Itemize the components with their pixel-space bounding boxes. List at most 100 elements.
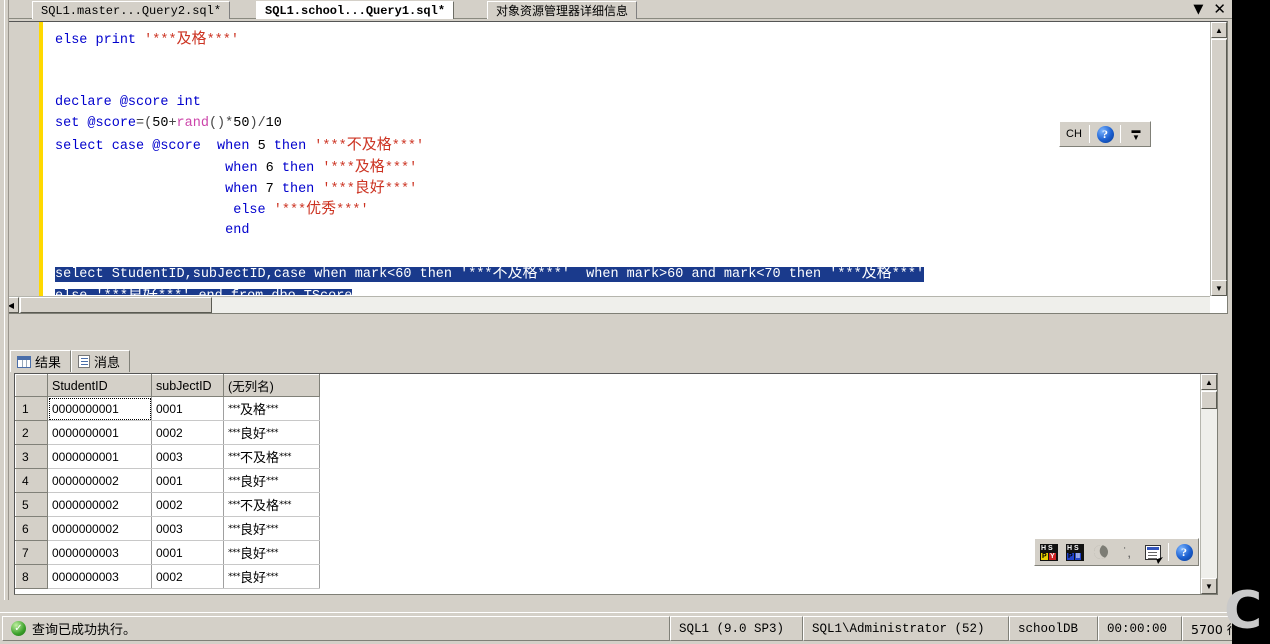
cell-grade[interactable]: ***良好***	[223, 564, 320, 589]
scroll-down-icon[interactable]: ▼	[1211, 280, 1227, 296]
ime-punctuation-button[interactable]: ˙,	[1115, 541, 1139, 563]
ime-help-button[interactable]: ?	[1172, 541, 1196, 563]
table-row[interactable]: 2 0000000001 0002 ***良好***	[15, 420, 320, 445]
table-row[interactable]: 4 0000000002 0001 ***良好***	[15, 468, 320, 493]
code-line: select case @score when 5 then '***不及格**…	[55, 135, 425, 155]
ime-pinyin-mode-button[interactable]: H S P II	[1063, 541, 1087, 563]
punctuation-icon: ˙,	[1123, 544, 1131, 560]
cell-subject-id[interactable]: 0002	[151, 420, 224, 445]
row-number-cell[interactable]: 8	[15, 564, 48, 589]
column-header-2[interactable]: subJectID	[151, 374, 224, 397]
row-number-cell[interactable]: 1	[15, 396, 48, 421]
success-check-icon: ✓	[11, 621, 26, 636]
editor-vscroll-thumb[interactable]	[1211, 39, 1227, 294]
query-editor[interactable]: else print '***及格***' declare @score int…	[2, 21, 1228, 314]
row-number-cell[interactable]: 6	[15, 516, 48, 541]
softkeyboard-icon	[1145, 544, 1165, 564]
results-pane: 结果 消息 StudentID subJectID (无列名) 1 0000000001…	[0, 345, 1232, 600]
results-vertical-scrollbar[interactable]: ▲ ▼	[1200, 374, 1217, 594]
row-header-corner[interactable]	[15, 374, 48, 397]
ime-toolbar[interactable]: HSPY H S P II ˙, ?	[1034, 538, 1199, 566]
cell-grade[interactable]: ***不及格***	[223, 492, 320, 517]
language-mode-button[interactable]: CH	[1062, 123, 1086, 145]
row-number-cell[interactable]: 2	[15, 420, 48, 445]
cell-student-id[interactable]: 0000000001	[47, 420, 152, 445]
ssms-window: SQL1.master...Query2.sql* SQL1.school...…	[0, 0, 1249, 644]
results-grid[interactable]: StudentID subJectID (无列名) 1 0000000001 0001 **…	[15, 374, 320, 589]
tab-strip-buttons: ▼ ✕	[1193, 0, 1230, 19]
tab-list-dropdown-icon[interactable]: ▼	[1193, 3, 1203, 16]
cell-student-id[interactable]: 0000000003	[47, 540, 152, 565]
cell-subject-id[interactable]: 0002	[151, 564, 224, 589]
cell-subject-id[interactable]: 0001	[151, 540, 224, 565]
cell-student-id[interactable]: 0000000002	[47, 468, 152, 493]
cell-subject-id[interactable]: 0001	[151, 396, 224, 421]
cell-grade[interactable]: ***良好***	[223, 420, 320, 445]
cell-grade[interactable]: ***及格***	[223, 396, 320, 421]
table-row[interactable]: 6 0000000002 0003 ***良好***	[15, 516, 320, 541]
tab-messages[interactable]: 消息	[71, 350, 131, 372]
column-header-3[interactable]: (无列名)	[223, 374, 320, 397]
status-login-cell: SQL1\Administrator (52)	[803, 616, 1009, 641]
cell-student-id[interactable]: 0000000002	[47, 516, 152, 541]
ime-soft-keyboard-button[interactable]	[1141, 541, 1165, 564]
table-row[interactable]: 8 0000000003 0002 ***良好***	[15, 564, 320, 589]
ime-chinese-mode-button[interactable]: HSPY	[1037, 541, 1061, 563]
cell-grade[interactable]: ***不及格***	[223, 444, 320, 469]
document-tab-strip: SQL1.master...Query2.sql* SQL1.school...…	[0, 0, 1232, 19]
close-icon[interactable]: ✕	[1213, 2, 1226, 17]
cell-student-id[interactable]: 0000000002	[47, 492, 152, 517]
sql-code-text[interactable]: else print '***及格***' declare @score int…	[43, 22, 1209, 295]
table-row[interactable]: 1 0000000001 0001 ***及格***	[15, 396, 320, 421]
table-row[interactable]: 3 0000000001 0003 ***不及格***	[15, 444, 320, 469]
ime-fullwidth-button[interactable]	[1089, 541, 1113, 563]
cell-subject-id[interactable]: 0002	[151, 492, 224, 517]
table-row[interactable]: 7 0000000003 0001 ***良好***	[15, 540, 320, 565]
moon-icon	[1092, 543, 1110, 561]
grid-icon	[17, 355, 31, 368]
window-left-edge	[0, 0, 9, 600]
cell-student-id[interactable]: 0000000001	[47, 444, 152, 469]
results-scroll-down-icon[interactable]: ▼	[1201, 578, 1217, 594]
cell-subject-id[interactable]: 0003	[151, 444, 224, 469]
row-number-cell[interactable]: 3	[15, 444, 48, 469]
cell-grade[interactable]: ***良好***	[223, 540, 320, 565]
table-header-row: StudentID subJectID (无列名)	[15, 374, 320, 397]
row-number-cell[interactable]: 7	[15, 540, 48, 565]
cell-student-id[interactable]: 0000000003	[47, 564, 152, 589]
column-header-1[interactable]: StudentID	[47, 374, 152, 397]
tab-object-explorer-details[interactable]: 对象资源管理器详细信息	[487, 1, 638, 19]
results-vscroll-thumb[interactable]	[1201, 391, 1217, 409]
editor-hscroll-thumb[interactable]	[20, 297, 212, 313]
status-message-text: 查询已成功执行。	[32, 623, 137, 638]
editor-vertical-scrollbar[interactable]: ▲ ▼	[1210, 22, 1227, 296]
langbar-options-button[interactable]: ▬ ▼	[1124, 123, 1148, 145]
cell-subject-id[interactable]: 0003	[151, 516, 224, 541]
code-line: else '***良好***' end from dbo.TScore	[55, 284, 353, 295]
question-mark-icon: ?	[1096, 125, 1114, 143]
cell-subject-id[interactable]: 0001	[151, 468, 224, 493]
results-scroll-up-icon[interactable]: ▲	[1201, 374, 1217, 390]
help-button[interactable]: ?	[1093, 123, 1117, 145]
row-number-cell[interactable]: 5	[15, 492, 48, 517]
application-window: SQL1.master...Query2.sql* SQL1.school...…	[0, 0, 1270, 644]
message-icon	[78, 355, 91, 368]
tab-sql1-master-query2[interactable]: SQL1.master...Query2.sql*	[32, 1, 231, 19]
scroll-up-icon[interactable]: ▲	[1211, 22, 1227, 38]
cell-student-id[interactable]: 0000000001	[47, 396, 152, 421]
tab-results[interactable]: 结果	[10, 350, 72, 372]
row-number-cell[interactable]: 4	[15, 468, 48, 493]
cell-grade[interactable]: ***良好***	[223, 468, 320, 493]
table-row[interactable]: 5 0000000002 0002 ***不及格***	[15, 492, 320, 517]
chevron-down-icon: ▬ ▼	[1131, 125, 1141, 142]
watermark-logo: C	[1224, 582, 1263, 641]
status-elapsed-cell: 00:00:00	[1098, 616, 1182, 641]
language-bar[interactable]: CH ? ▬ ▼	[1059, 121, 1151, 147]
tab-results-label: 结果	[35, 356, 62, 371]
cell-grade[interactable]: ***良好***	[223, 516, 320, 541]
editor-horizontal-scrollbar[interactable]: ◀	[3, 296, 1210, 313]
langbar-separator	[1089, 125, 1090, 143]
tab-sql1-school-query1[interactable]: SQL1.school...Query1.sql*	[256, 1, 455, 19]
